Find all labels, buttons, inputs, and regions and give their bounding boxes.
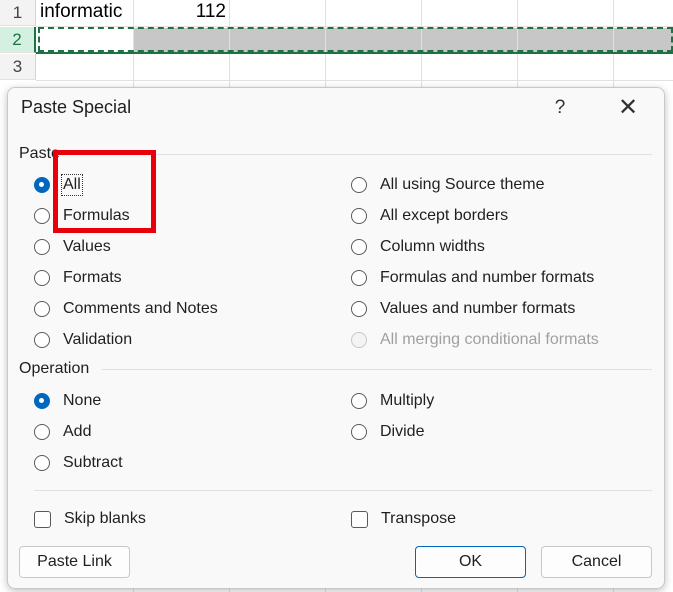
option-label: Validation bbox=[63, 331, 133, 348]
close-icon[interactable]: ✕ bbox=[608, 91, 648, 125]
option-label: Divide bbox=[380, 423, 425, 440]
radio-icon[interactable] bbox=[34, 301, 50, 317]
option-label: None bbox=[63, 392, 102, 409]
paste-option-comments-notes[interactable]: Comments and Notes bbox=[34, 297, 218, 321]
option-label: All bbox=[61, 174, 83, 196]
radio-icon[interactable] bbox=[34, 270, 50, 286]
paste-special-dialog: Paste Special ? ✕ Paste All Formulas Val… bbox=[7, 87, 665, 589]
help-button[interactable]: ? bbox=[543, 91, 577, 125]
option-label: All using Source theme bbox=[380, 176, 545, 193]
option-label: Comments and Notes bbox=[63, 300, 218, 317]
option-label: Formulas and number formats bbox=[380, 269, 595, 286]
option-label: All merging conditional formats bbox=[380, 331, 599, 348]
option-label: Column widths bbox=[380, 238, 485, 255]
radio-icon[interactable] bbox=[34, 455, 50, 471]
radio-icon[interactable] bbox=[34, 208, 50, 224]
paste-option-merging-conditional-formats: All merging conditional formats bbox=[351, 328, 599, 352]
radio-icon[interactable] bbox=[351, 301, 367, 317]
section-divider bbox=[68, 154, 652, 155]
option-label: Formulas bbox=[63, 207, 130, 224]
paste-section-label: Paste bbox=[19, 145, 60, 162]
radio-icon[interactable] bbox=[351, 208, 367, 224]
grid-line bbox=[36, 80, 673, 81]
option-label: Multiply bbox=[380, 392, 435, 409]
option-label: Values bbox=[63, 238, 111, 255]
paste-option-formats[interactable]: Formats bbox=[34, 266, 122, 290]
skip-blanks-checkbox[interactable]: Skip blanks bbox=[34, 507, 146, 531]
selection-underline bbox=[36, 52, 673, 54]
paste-option-all[interactable]: All bbox=[34, 173, 83, 197]
row-header-3[interactable]: 3 bbox=[0, 54, 36, 80]
paste-option-formulas[interactable]: Formulas bbox=[34, 204, 130, 228]
operation-option-none[interactable]: None bbox=[34, 389, 101, 413]
cell-a1[interactable]: informatic bbox=[40, 0, 134, 24]
checkbox-icon[interactable] bbox=[34, 510, 51, 528]
sheet-row-3: 3 bbox=[0, 54, 673, 80]
operation-option-subtract[interactable]: Subtract bbox=[34, 451, 123, 475]
sheet-row-1: 1 informatic 112 bbox=[0, 0, 673, 26]
radio-icon[interactable] bbox=[34, 332, 50, 348]
radio-icon[interactable] bbox=[34, 424, 50, 440]
cancel-button[interactable]: Cancel bbox=[541, 546, 652, 578]
paste-option-formulas-number-formats[interactable]: Formulas and number formats bbox=[351, 266, 594, 290]
radio-icon[interactable] bbox=[351, 393, 367, 409]
paste-option-column-widths[interactable]: Column widths bbox=[351, 235, 485, 259]
operation-section-label: Operation bbox=[19, 360, 90, 377]
ok-button[interactable]: OK bbox=[415, 546, 526, 578]
option-label: Values and number formats bbox=[380, 300, 576, 317]
operation-option-multiply[interactable]: Multiply bbox=[351, 389, 434, 413]
operation-option-add[interactable]: Add bbox=[34, 420, 91, 444]
paste-option-source-theme[interactable]: All using Source theme bbox=[351, 173, 545, 197]
copy-marquee bbox=[38, 27, 673, 52]
operation-option-divide[interactable]: Divide bbox=[351, 420, 424, 444]
checkbox-label: Transpose bbox=[381, 510, 456, 527]
option-label: Add bbox=[63, 423, 92, 440]
radio-icon[interactable] bbox=[351, 177, 367, 193]
paste-option-except-borders[interactable]: All except borders bbox=[351, 204, 508, 228]
radio-selected-icon[interactable] bbox=[34, 177, 50, 193]
radio-icon[interactable] bbox=[351, 270, 367, 286]
paste-option-values-number-formats[interactable]: Values and number formats bbox=[351, 297, 575, 321]
section-divider bbox=[34, 490, 652, 491]
paste-option-validation[interactable]: Validation bbox=[34, 328, 132, 352]
section-divider bbox=[102, 369, 652, 370]
row-header-1[interactable]: 1 bbox=[0, 0, 36, 26]
dialog-title: Paste Special bbox=[21, 97, 132, 117]
option-label: Formats bbox=[63, 269, 122, 286]
radio-disabled-icon bbox=[351, 332, 367, 348]
radio-selected-icon[interactable] bbox=[34, 393, 50, 409]
radio-icon[interactable] bbox=[351, 424, 367, 440]
row-header-2[interactable]: 2 bbox=[0, 27, 36, 53]
radio-icon[interactable] bbox=[351, 239, 367, 255]
paste-option-values[interactable]: Values bbox=[34, 235, 111, 259]
option-label: All except borders bbox=[380, 207, 509, 224]
checkbox-label: Skip blanks bbox=[64, 510, 146, 527]
option-label: Subtract bbox=[63, 454, 123, 471]
radio-icon[interactable] bbox=[34, 239, 50, 255]
cell-b1[interactable]: 112 bbox=[134, 0, 226, 24]
transpose-checkbox[interactable]: Transpose bbox=[351, 507, 456, 531]
checkbox-icon[interactable] bbox=[351, 510, 368, 528]
paste-link-button[interactable]: Paste Link bbox=[19, 546, 130, 578]
